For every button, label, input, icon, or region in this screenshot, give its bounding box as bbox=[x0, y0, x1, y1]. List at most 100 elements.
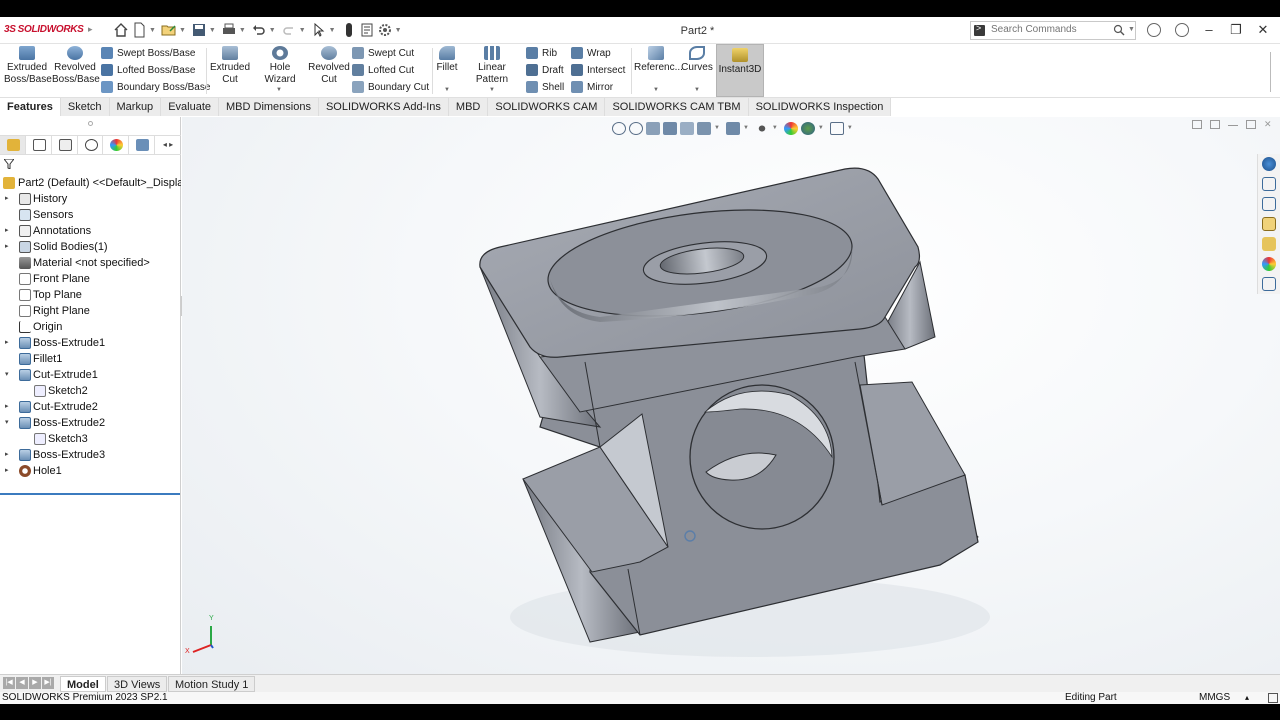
next-tab-icon[interactable]: ▶ bbox=[29, 677, 41, 689]
display-manager-tab[interactable] bbox=[103, 136, 130, 154]
wrap-button[interactable]: Wrap bbox=[571, 45, 611, 61]
chevron-down-icon[interactable]: ▼ bbox=[444, 87, 450, 93]
filter-icon[interactable] bbox=[4, 159, 14, 169]
expand-arrow-icon[interactable]: ▸ bbox=[5, 463, 9, 479]
previous-tab-icon[interactable]: ◀ bbox=[16, 677, 28, 689]
tree-item-solid-bodies-1[interactable]: ▸ Solid Bodies(1) bbox=[0, 239, 181, 255]
tab-solidworks-inspection[interactable]: SOLIDWORKS Inspection bbox=[748, 98, 892, 116]
minimize-button[interactable]: – bbox=[1197, 21, 1221, 39]
curves-button[interactable]: Curves bbox=[681, 46, 713, 74]
appearances-icon[interactable] bbox=[1262, 257, 1276, 271]
extruded-cut-button[interactable]: Extruded Cut bbox=[208, 46, 252, 86]
shell-button[interactable]: Shell bbox=[526, 79, 564, 95]
design-library-icon[interactable] bbox=[1262, 197, 1276, 211]
last-tab-icon[interactable]: ▶| bbox=[42, 677, 54, 689]
chevron-down-icon[interactable]: ▼ bbox=[653, 87, 659, 93]
boundary-cut-button[interactable]: Boundary Cut bbox=[352, 79, 429, 95]
dimxpert-manager-tab[interactable] bbox=[78, 136, 104, 154]
feature-manager-tab[interactable] bbox=[0, 136, 26, 154]
first-tab-icon[interactable]: |◀ bbox=[3, 677, 15, 689]
tree-item-boss-extrude2[interactable]: ▾ Boss-Extrude2 bbox=[0, 415, 181, 431]
ribbon-scrollbar[interactable] bbox=[1270, 52, 1275, 92]
tree-item-front-plane[interactable]: Front Plane bbox=[0, 271, 181, 287]
swept-cut-button[interactable]: Swept Cut bbox=[352, 45, 414, 61]
expand-arrow-icon[interactable]: ▸ bbox=[5, 399, 9, 415]
tab-solidworks-add-ins[interactable]: SOLIDWORKS Add-Ins bbox=[318, 98, 449, 116]
chevron-down-icon[interactable]: ▼ bbox=[276, 87, 282, 93]
tab-solidworks-cam[interactable]: SOLIDWORKS CAM bbox=[488, 98, 606, 116]
linear-pattern-button[interactable]: Linear Pattern bbox=[462, 46, 522, 86]
mirror-button[interactable]: Mirror bbox=[571, 79, 613, 95]
tree-item-boss-extrude1[interactable]: ▸ Boss-Extrude1 bbox=[0, 335, 181, 351]
revolved-cut-button[interactable]: Revolved Cut bbox=[308, 46, 350, 86]
expand-arrow-icon[interactable]: ▸ bbox=[5, 191, 9, 207]
tab-evaluate[interactable]: Evaluate bbox=[161, 98, 219, 116]
search-input[interactable] bbox=[991, 24, 1101, 35]
tab-markup[interactable]: Markup bbox=[109, 98, 162, 116]
expand-arrow-icon[interactable]: ▸ bbox=[5, 223, 9, 239]
revolved-boss-button[interactable]: Revolved Boss/Base bbox=[52, 46, 100, 86]
panel-pin-icon[interactable] bbox=[88, 121, 93, 126]
tree-item-cut-extrude1[interactable]: ▾ Cut-Extrude1 bbox=[0, 367, 181, 383]
draft-button[interactable]: Draft bbox=[526, 62, 564, 78]
graphics-area[interactable]: ▼ ▼ ▼ ▼ ▼ ✕ Y X bbox=[182, 117, 1280, 680]
tree-item-fillet1[interactable]: Fillet1 bbox=[0, 351, 181, 367]
tab-model[interactable]: Model bbox=[60, 676, 106, 692]
cam-manager-tab[interactable] bbox=[129, 136, 156, 154]
chevron-down-icon[interactable]: ▼ bbox=[694, 87, 700, 93]
view-palette-icon[interactable] bbox=[1262, 237, 1276, 251]
help-icon[interactable] bbox=[1175, 23, 1189, 37]
lofted-boss-button[interactable]: Lofted Boss/Base bbox=[101, 62, 195, 78]
tree-item-origin[interactable]: Origin bbox=[0, 319, 181, 335]
rib-button[interactable]: Rib bbox=[526, 45, 557, 61]
tree-item-material-not-specified[interactable]: Material <not specified> bbox=[0, 255, 181, 271]
file-explorer-icon[interactable] bbox=[1262, 217, 1276, 231]
tab-3d-views[interactable]: 3D Views bbox=[107, 676, 168, 692]
custom-properties-icon[interactable] bbox=[1262, 277, 1276, 291]
chevron-down-icon[interactable]: ▼ bbox=[489, 87, 495, 93]
tree-item-sensors[interactable]: Sensors bbox=[0, 207, 181, 223]
property-manager-tab[interactable] bbox=[26, 136, 52, 154]
close-button[interactable]: ✕ bbox=[1251, 21, 1275, 39]
tab-mbd[interactable]: MBD bbox=[448, 98, 489, 116]
search-icon[interactable] bbox=[1113, 24, 1125, 36]
tree-item-cut-extrude2[interactable]: ▸ Cut-Extrude2 bbox=[0, 399, 181, 415]
unit-system-button[interactable]: MMGS bbox=[1199, 692, 1230, 704]
tab-features[interactable]: Features bbox=[0, 98, 61, 116]
expand-arrow-icon[interactable]: ▸ bbox=[5, 447, 9, 463]
collapse-arrow-icon[interactable]: ▾ bbox=[5, 415, 9, 431]
swept-boss-button[interactable]: Swept Boss/Base bbox=[101, 45, 195, 61]
tree-item-history[interactable]: ▸ History bbox=[0, 191, 181, 207]
collapse-arrow-icon[interactable]: ▾ bbox=[5, 367, 9, 383]
user-account-icon[interactable] bbox=[1147, 23, 1161, 37]
tab-solidworks-cam-tbm[interactable]: SOLIDWORKS CAM TBM bbox=[605, 98, 749, 116]
tree-item-annotations[interactable]: ▸ Annotations bbox=[0, 223, 181, 239]
rollback-bar[interactable] bbox=[0, 493, 180, 495]
tab-motion-study-1[interactable]: Motion Study 1 bbox=[168, 676, 256, 692]
tree-root-part[interactable]: Part2 (Default) <<Default>_Display S bbox=[0, 175, 181, 191]
chevron-down-icon[interactable]: ▼ bbox=[1128, 26, 1135, 33]
search-commands-box[interactable]: ▼ bbox=[970, 21, 1136, 40]
tree-item-right-plane[interactable]: Right Plane bbox=[0, 303, 181, 319]
unit-menu-icon[interactable]: ▴ bbox=[1245, 692, 1249, 704]
expand-arrow-icon[interactable]: ▸ bbox=[5, 239, 9, 255]
reference-geometry-button[interactable]: Referenc... bbox=[634, 46, 683, 74]
restore-button[interactable]: ❐ bbox=[1224, 21, 1248, 39]
expand-arrow-icon[interactable]: ▸ bbox=[5, 335, 9, 351]
configuration-manager-tab[interactable] bbox=[52, 136, 78, 154]
instant3d-button[interactable]: Instant3D bbox=[716, 44, 764, 97]
status-toggle-icon[interactable] bbox=[1268, 693, 1278, 703]
intersect-button[interactable]: Intersect bbox=[571, 62, 625, 78]
fillet-button[interactable]: Fillet bbox=[435, 46, 459, 74]
home-icon[interactable] bbox=[1262, 177, 1276, 191]
tree-item-sketch2[interactable]: Sketch2 bbox=[0, 383, 181, 399]
boundary-boss-button[interactable]: Boundary Boss/Base bbox=[101, 79, 210, 95]
tab-sketch[interactable]: Sketch bbox=[60, 98, 110, 116]
part-model[interactable] bbox=[182, 117, 1280, 680]
tree-item-sketch3[interactable]: Sketch3 bbox=[0, 431, 181, 447]
tree-item-top-plane[interactable]: Top Plane bbox=[0, 287, 181, 303]
panel-tab-scroll-arrows[interactable]: ◂ ▸ bbox=[155, 136, 181, 154]
extruded-boss-button[interactable]: Extruded Boss/Base bbox=[4, 46, 52, 86]
solidworks-resources-icon[interactable] bbox=[1262, 157, 1276, 171]
tree-item-boss-extrude3[interactable]: ▸ Boss-Extrude3 bbox=[0, 447, 181, 463]
